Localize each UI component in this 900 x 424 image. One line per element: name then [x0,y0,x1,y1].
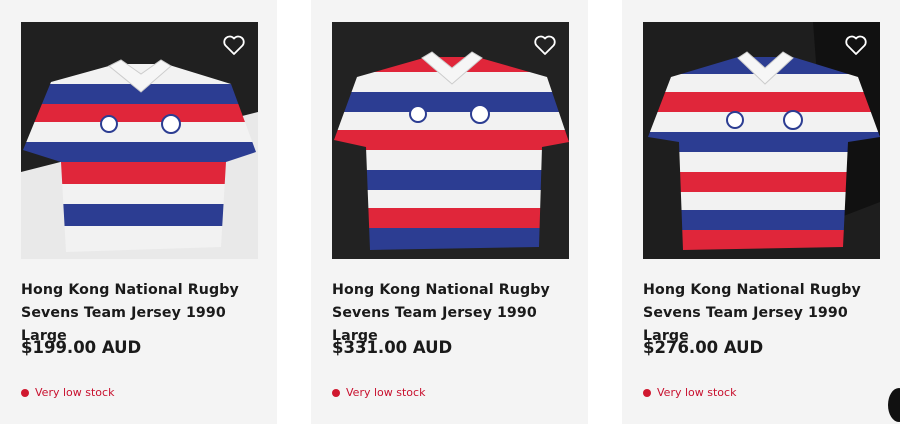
product-image[interactable] [643,22,880,259]
product-image[interactable] [332,22,569,259]
stock-dot-icon [643,388,651,397]
stock-status: Very low stock [21,386,114,399]
stock-dot-icon [332,388,340,397]
heart-outline-icon[interactable] [222,34,246,56]
stock-label: Very low stock [346,386,426,399]
product-card[interactable]: Hong Kong National Rugby Sevens Team Jer… [311,0,588,424]
product-image[interactable] [21,22,258,259]
stock-label: Very low stock [657,386,737,399]
product-price: $331.00 AUD [332,338,453,357]
stock-label: Very low stock [35,386,115,399]
product-card[interactable]: Hong Kong National Rugby Sevens Team Jer… [0,0,277,424]
heart-outline-icon[interactable] [533,34,557,56]
stock-status: Very low stock [332,386,425,399]
stock-dot-icon [21,388,29,397]
product-price: $276.00 AUD [643,338,764,357]
product-price: $199.00 AUD [21,338,142,357]
product-card[interactable]: Hong Kong National Rugby Sevens Team Jer… [622,0,900,424]
stock-status: Very low stock [643,386,736,399]
heart-outline-icon[interactable] [844,34,868,56]
